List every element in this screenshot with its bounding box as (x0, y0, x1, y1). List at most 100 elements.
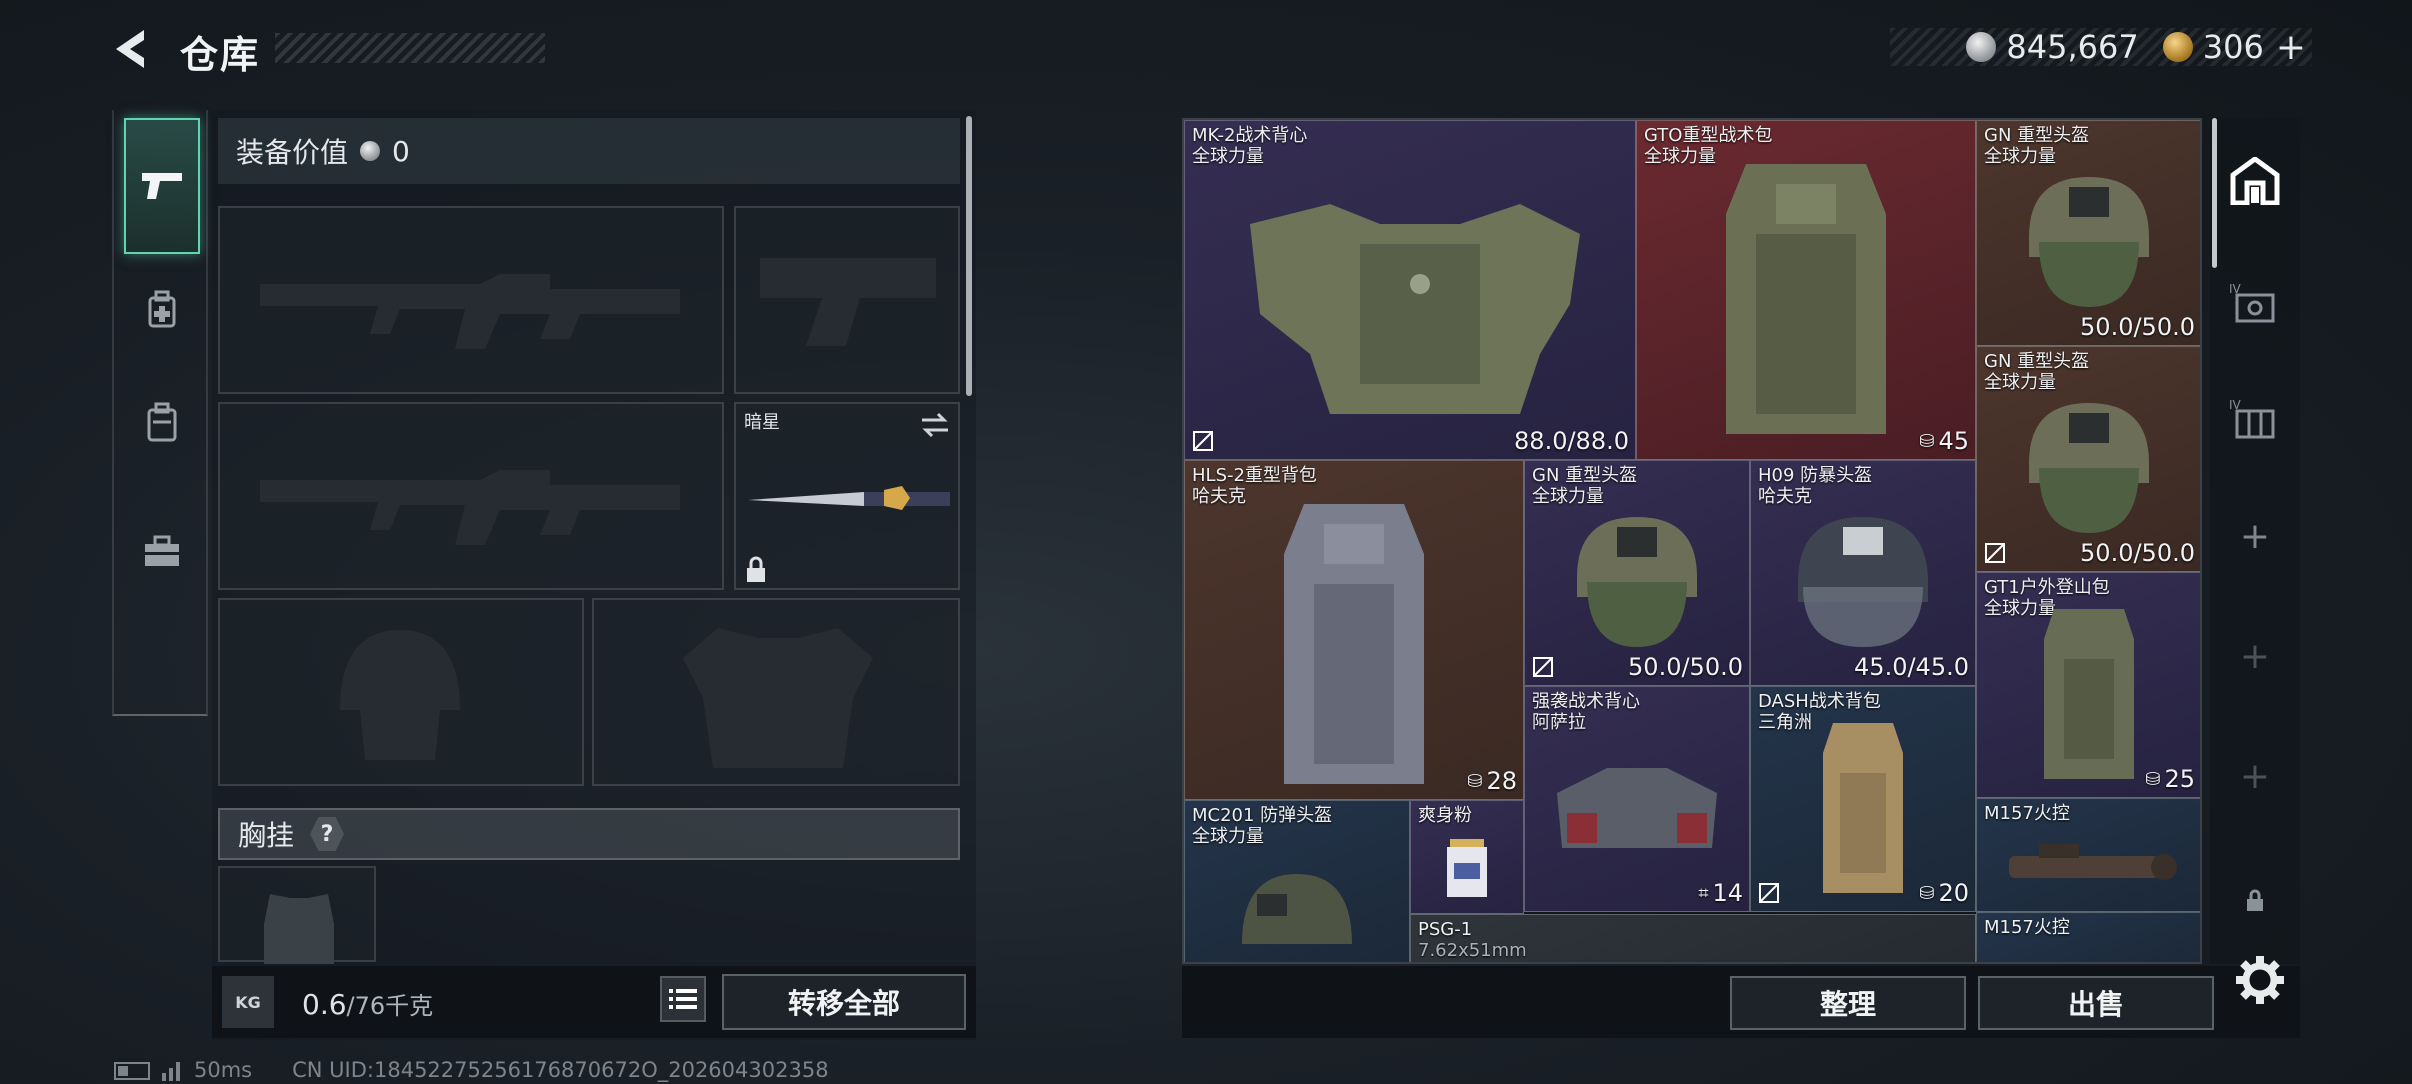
item-name: M157火控 (1984, 917, 2070, 938)
knife-icon (748, 486, 950, 510)
back-arrow-icon (116, 30, 144, 68)
item-name: GN 重型头盔 (1532, 465, 1638, 486)
rail-medical-tab[interactable] (124, 260, 200, 360)
item-durability: 50.0/50.0 (1628, 653, 1743, 681)
equipment-value-amount: 0 (392, 134, 410, 168)
medkit-icon (148, 290, 176, 328)
chest-rig-slot[interactable] (218, 866, 376, 964)
weight-icon: KG (222, 976, 274, 1028)
rifle-silhouette-icon (260, 470, 680, 545)
item-capacity: ⛁ 28 (1467, 767, 1517, 795)
stash-item[interactable]: GN 重型头盔 全球力量 50.0/50.0 (1976, 346, 2200, 572)
equipment-value-label: 装备价值 (236, 136, 349, 169)
stash-scrollbar[interactable] (2212, 118, 2217, 268)
item-name: PSG-1 (1418, 919, 1473, 940)
stash-item[interactable]: MK-2战术背心 全球力量 88.0/88.0 (1184, 120, 1636, 460)
chest-rig-label: 胸挂 (238, 819, 295, 852)
rail-backpack-tab[interactable] (124, 372, 200, 472)
swap-icon[interactable] (920, 412, 950, 438)
no-check-icon (1533, 657, 1553, 677)
stash-case-tab[interactable]: IV (2210, 268, 2300, 338)
stash-side-column: IV IV + + + (2210, 118, 2300, 964)
stash-item[interactable]: 爽身粉 (1410, 800, 1524, 914)
ping-value: 50ms (194, 1058, 253, 1082)
stash-item[interactable]: GTO重型战术包 全球力量 ⛁ 45 (1636, 120, 1976, 460)
rail-weapons-tab[interactable] (124, 118, 200, 254)
stash-main-tab[interactable] (2210, 146, 2300, 216)
item-name: GTO重型战术包 (1644, 125, 1773, 146)
plus-icon: + (2239, 515, 2271, 557)
add-stash-page-button[interactable]: + (2210, 746, 2300, 806)
armor-silhouette-icon (683, 628, 873, 768)
add-stash-page-button[interactable]: + (2210, 626, 2300, 686)
lock-icon (2247, 889, 2263, 911)
secondary-weapon-slot[interactable] (218, 402, 724, 590)
fire-control-scope-art (2009, 844, 2177, 881)
category-rail (112, 110, 208, 716)
currency-bar: 845,667 306 + (1890, 27, 2312, 68)
helmet-art (2029, 402, 2149, 533)
item-capacity-value: 28 (1486, 767, 1517, 795)
list-view-button[interactable] (660, 976, 706, 1022)
item-capacity-value: 45 (1938, 427, 1969, 455)
chest-rig-row[interactable]: 胸挂 ? (218, 808, 960, 860)
grid-icon: ⌗ (1698, 882, 1709, 904)
no-check-icon (1985, 543, 2005, 563)
pistol-icon (142, 173, 182, 199)
weight-icon: ⛁ (1467, 770, 1483, 792)
item-name: 爽身粉 (1418, 805, 1472, 826)
weight-current: 0.6 (302, 988, 347, 1021)
powder-jar-art (1447, 839, 1487, 898)
stash-item[interactable]: M157火控 (1976, 912, 2200, 962)
sort-button[interactable]: 整理 (1730, 976, 1966, 1030)
item-capacity-value: 20 (1938, 879, 1969, 907)
transfer-all-button[interactable]: 转移全部 (722, 974, 966, 1030)
weight-max: /76千克 (346, 992, 434, 1020)
plus-icon: + (2239, 635, 2271, 677)
primary-weapon-slot[interactable] (218, 206, 724, 394)
stash-item[interactable]: PSG-1 7.62x51mm (1410, 914, 1976, 962)
stash-item[interactable]: DASH战术背包 三角洲 ⛁ 20 (1750, 686, 1976, 912)
stash-item[interactable]: MC201 防弹头盔 全球力量 (1184, 800, 1410, 962)
weight-icon: ⛁ (1919, 882, 1935, 904)
locked-stash-page[interactable] (2210, 876, 2300, 926)
battery-signal-icon (114, 1062, 180, 1081)
item-name: GT1户外登山包 (1984, 577, 2110, 598)
add-currency-button[interactable]: + (2276, 27, 2306, 68)
stash-container-tab[interactable]: IV (2210, 384, 2300, 454)
item-brand: 全球力量 (1984, 146, 2056, 167)
add-stash-page-button[interactable]: + (2210, 506, 2300, 566)
item-name: H09 防暴头盔 (1758, 465, 1873, 486)
settings-button[interactable] (2232, 952, 2288, 1008)
helmet-art (2029, 176, 2149, 307)
item-brand: 全球力量 (1984, 372, 2056, 393)
stash-item[interactable]: GT1户外登山包 全球力量 ⛁ 25 (1976, 572, 2200, 798)
stash-item[interactable]: HLS-2重型背包 哈夫克 ⛁ 28 (1184, 460, 1524, 800)
backpack-art (1284, 503, 1424, 784)
loadout-scrollbar[interactable] (966, 116, 972, 396)
stash-item[interactable]: M157火控 (1976, 798, 2200, 912)
pistol-slot[interactable] (734, 206, 960, 394)
helmet-silhouette-icon (340, 630, 460, 760)
help-icon[interactable]: ? (310, 817, 345, 851)
stash-item[interactable]: GN 重型头盔 全球力量 50.0/50.0 (1524, 460, 1750, 686)
stash-item[interactable]: GN 重型头盔 全球力量 50.0/50.0 (1976, 120, 2200, 346)
item-capacity-value: 14 (1712, 879, 1743, 907)
rifle-silhouette-icon (260, 274, 680, 349)
item-brand: 全球力量 (1192, 146, 1264, 167)
melee-slot[interactable]: 暗星 (734, 402, 960, 590)
weight-icon-label: KG (235, 992, 261, 1012)
plus-icon: + (2239, 755, 2271, 797)
back-button[interactable] (110, 26, 156, 72)
item-name: GN 重型头盔 (1984, 351, 2090, 372)
helmet-slot[interactable] (218, 598, 584, 786)
sell-button[interactable]: 出售 (1978, 976, 2214, 1030)
assault-vest-art (1557, 767, 1717, 848)
stash-item[interactable]: H09 防暴头盔 哈夫克 45.0/45.0 (1750, 460, 1976, 686)
armor-slot[interactable] (592, 598, 960, 786)
helmet-art (1242, 873, 1352, 944)
item-capacity: ⛁ 45 (1919, 427, 1969, 455)
list-icon (669, 989, 697, 1009)
stash-item[interactable]: 强袭战术背心 阿萨拉 ⌗ 14 (1524, 686, 1750, 912)
rail-toolbox-tab[interactable] (124, 502, 200, 602)
